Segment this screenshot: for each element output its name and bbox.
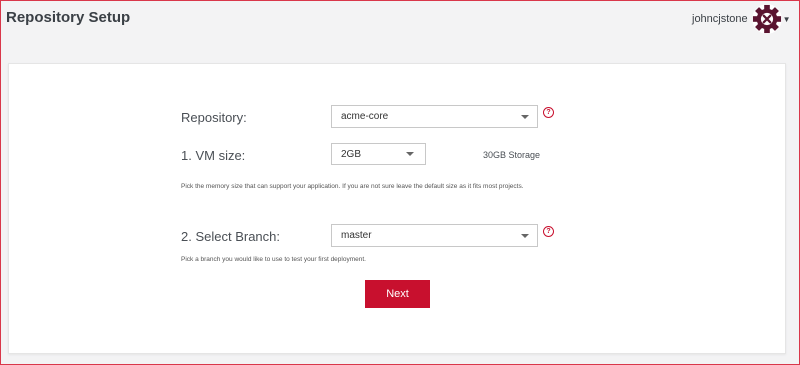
vm-size-select[interactable]: 2GB (331, 143, 426, 165)
page-title: Repository Setup (6, 9, 131, 26)
branch-help-text: Pick a branch you would like to use to t… (181, 256, 366, 263)
branch-select-value: master (341, 230, 372, 241)
chevron-down-icon (521, 114, 529, 119)
vm-size-help-text: Pick the memory size that can support yo… (181, 183, 524, 190)
next-button[interactable]: Next (365, 280, 430, 308)
repository-select[interactable]: acme-core (331, 105, 538, 128)
chevron-down-icon (521, 233, 529, 238)
vm-size-select-value: 2GB (341, 148, 362, 160)
chevron-down-icon[interactable]: ▼ (783, 15, 791, 24)
question-circle-icon[interactable]: ? (543, 107, 554, 118)
gear-avatar-icon[interactable] (751, 4, 782, 34)
branch-label: 2. Select Branch: (181, 229, 280, 244)
branch-select[interactable]: master (331, 224, 538, 247)
username: johncjstone (692, 13, 748, 25)
chevron-down-icon (406, 152, 414, 156)
repository-label: Repository: (181, 110, 247, 125)
vm-size-label: 1. VM size: (181, 148, 246, 163)
question-circle-icon[interactable]: ? (543, 226, 554, 237)
user-menu[interactable]: johncjstone ▼ (692, 2, 791, 36)
repository-select-value: acme-core (341, 111, 389, 122)
storage-info: 30GB Storage (483, 150, 541, 160)
